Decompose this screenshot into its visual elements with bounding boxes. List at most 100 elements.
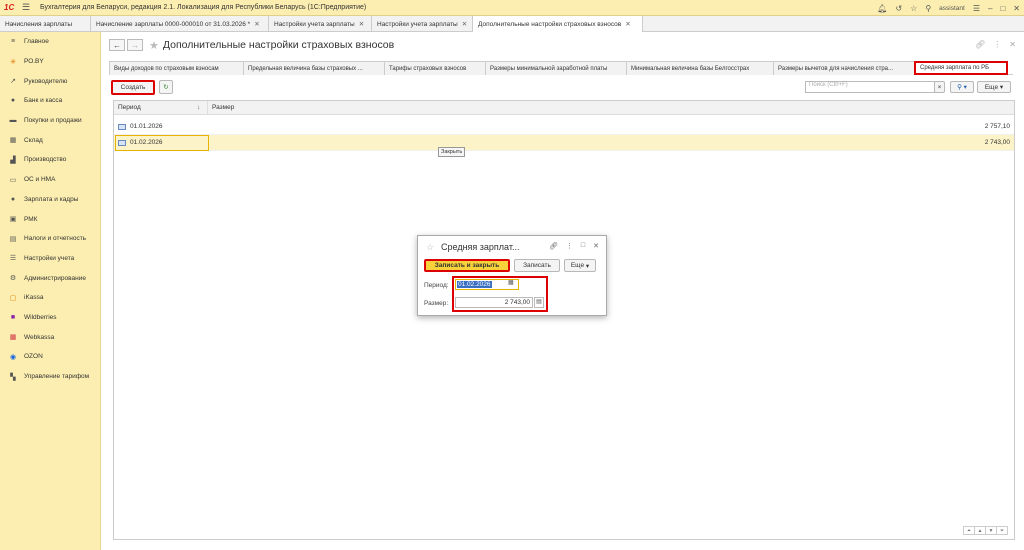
more-button[interactable]: Еще ▾ bbox=[977, 81, 1011, 93]
window-tab[interactable]: Настройки учета зарплаты ✕ bbox=[372, 16, 473, 32]
sidebar-item-sales[interactable]: ▬ Покупки и продажи bbox=[0, 111, 100, 131]
sort-arrow-icon: ↓ bbox=[197, 104, 201, 111]
page-title: Дополнительные настройки страховых взнос… bbox=[162, 39, 395, 51]
sidebar-item-taxes[interactable]: ▤ Налоги и отчетность bbox=[0, 229, 100, 249]
row-size: 2 757,10 bbox=[984, 123, 1010, 130]
dialog-title: Средняя зарплат... bbox=[441, 242, 520, 252]
menu-icon: ≡ bbox=[10, 38, 16, 46]
cart-icon: ▬ bbox=[9, 117, 17, 125]
search-clear-button[interactable]: × bbox=[934, 81, 945, 93]
link-icon[interactable]: 🔗︎ bbox=[549, 242, 558, 250]
window-tab[interactable]: Начисления зарплаты bbox=[0, 16, 91, 32]
maximize-icon[interactable]: □ bbox=[1000, 4, 1005, 13]
subtab-min-wage[interactable]: Размеры минимальной заработной платы bbox=[485, 61, 627, 75]
settings-list-icon: ☰ bbox=[9, 255, 17, 263]
sidebar-item-rmk[interactable]: ▣ РМК bbox=[0, 209, 100, 229]
window-tab-active[interactable]: Дополнительные настройки страховых взнос… bbox=[473, 16, 643, 32]
calendar-button[interactable]: ▦ bbox=[508, 279, 519, 290]
minimize-icon[interactable]: – bbox=[988, 4, 992, 13]
subtab-base-limit[interactable]: Предельная величина базы страховых ... bbox=[243, 61, 385, 75]
period-value: 01.02.2026 bbox=[457, 281, 492, 288]
close-icon[interactable]: ✕ bbox=[593, 242, 599, 250]
table-row[interactable]: 01.01.2026 2 757,10 bbox=[114, 119, 1014, 135]
close-tab-icon[interactable]: ✕ bbox=[359, 20, 364, 28]
bell-icon[interactable]: 🔔︎ bbox=[877, 4, 887, 13]
refresh-button[interactable]: ↻ bbox=[159, 80, 173, 94]
webkassa-icon: ▦ bbox=[9, 334, 17, 342]
period-label: Период: bbox=[424, 282, 449, 289]
table-row-selected[interactable]: 01.02.2026 2 743,00 bbox=[114, 135, 1014, 151]
record-icon bbox=[118, 124, 126, 130]
record-icon bbox=[118, 140, 126, 146]
more-button[interactable]: Еще ▾ bbox=[564, 259, 596, 272]
close-tab-icon[interactable]: ✕ bbox=[625, 20, 630, 28]
sidebar-item-admin[interactable]: ⚙ Администрирование bbox=[0, 268, 100, 288]
history-icon[interactable]: ↺ bbox=[895, 4, 902, 13]
sidebar-item-warehouse[interactable]: ▦ Склад bbox=[0, 130, 100, 150]
subtab-rates[interactable]: Тарифы страховых взносов bbox=[384, 61, 486, 75]
settings-menu-icon[interactable]: ☰ bbox=[973, 4, 980, 13]
search-input[interactable]: Поиск (Ctrl+F) bbox=[805, 81, 935, 93]
user-name[interactable]: assistant bbox=[939, 5, 965, 12]
sidebar-item-ikassa[interactable]: ▢ iKassa bbox=[0, 288, 100, 308]
favorite-star-icon[interactable]: ★ bbox=[149, 39, 159, 52]
average-salary-dialog: ☆ Средняя зарплат... 🔗︎ ⋮ □ ✕ Записать и… bbox=[417, 235, 607, 316]
back-button[interactable]: ← bbox=[109, 39, 125, 51]
more-actions-icon[interactable]: ⋮ bbox=[566, 242, 573, 250]
sidebar-item-manager[interactable]: ↗ Руководителю bbox=[0, 71, 100, 91]
column-header-size[interactable]: Размер bbox=[212, 104, 234, 111]
sidebar-item-production[interactable]: ▟ Производство bbox=[0, 150, 100, 170]
subtab-min-base-belgosstrakh[interactable]: Минимальная величина базы Белгосстрах bbox=[626, 61, 774, 75]
save-and-close-button[interactable]: Записать и закрыть bbox=[424, 259, 510, 272]
sidebar-item-wildberries[interactable]: ■ Wildberries bbox=[0, 308, 100, 328]
search-button[interactable]: ⚲ ▾ bbox=[950, 81, 974, 93]
app-titlebar: 1С ☰ Бухгалтерия для Беларуси, редакция … bbox=[0, 0, 1024, 16]
1c-logo-icon: 1С bbox=[4, 3, 15, 12]
last-page-icon[interactable]: ⏷ bbox=[996, 526, 1008, 535]
wildberries-icon: ■ bbox=[10, 313, 16, 321]
ikassa-icon: ▢ bbox=[9, 294, 17, 302]
list-toolbar: Создать ↻ Поиск (Ctrl+F) × ⚲ ▾ Еще ▾ bbox=[111, 80, 1014, 95]
close-page-icon[interactable]: ✕ bbox=[1009, 40, 1016, 49]
link-icon[interactable]: 🔗︎ bbox=[975, 40, 985, 49]
calculator-button[interactable]: ▤ bbox=[534, 297, 544, 308]
car-icon: ▭ bbox=[9, 176, 17, 184]
close-tab-icon[interactable]: ✕ bbox=[462, 20, 467, 28]
subtab-average-salary[interactable]: Средняя зарплата по РБ bbox=[914, 61, 1008, 75]
subtab-deductions[interactable]: Размеры вычетов для начисления стра... bbox=[773, 61, 915, 75]
favorite-star-icon[interactable]: ☆ bbox=[426, 242, 434, 253]
sidebar-item-webkassa[interactable]: ▦ Webkassa bbox=[0, 327, 100, 347]
window-tab[interactable]: Начисление зарплаты 0000-000010 от 31.03… bbox=[91, 16, 269, 32]
person-icon: ● bbox=[10, 195, 16, 203]
row-period: 01.02.2026 bbox=[130, 139, 163, 146]
sidebar-item-tariff[interactable]: ▚ Управление тарифом bbox=[0, 367, 100, 387]
row-period: 01.01.2026 bbox=[130, 123, 163, 130]
tariff-icon: ▚ bbox=[10, 373, 16, 381]
column-header-period[interactable]: Период bbox=[118, 104, 141, 111]
size-input[interactable]: 2 743,00 bbox=[455, 297, 533, 308]
sidebar-item-ro-by[interactable]: ✳ РО.BY bbox=[0, 52, 100, 72]
subtab-income-types[interactable]: Виды доходов по страховым взносам bbox=[109, 61, 244, 75]
main-menu-icon[interactable]: ☰ bbox=[22, 2, 32, 13]
sidebar-item-main[interactable]: ≡ Главное bbox=[0, 32, 100, 52]
close-window-icon[interactable]: ✕ bbox=[1013, 4, 1020, 13]
bank-icon: ● bbox=[10, 97, 16, 105]
more-actions-icon[interactable]: ⋮ bbox=[993, 40, 1001, 49]
factory-icon: ▟ bbox=[10, 156, 16, 164]
search-icon[interactable]: ⚲ bbox=[925, 4, 931, 13]
settings-subtabs: Виды доходов по страховым взносам Предел… bbox=[109, 61, 1013, 75]
sidebar-item-accounting-settings[interactable]: ☰ Настройки учета bbox=[0, 249, 100, 269]
sidebar-item-ozon[interactable]: ◉ OZON bbox=[0, 347, 100, 367]
sidebar-item-assets[interactable]: ▭ ОС и НМА bbox=[0, 170, 100, 190]
forward-button[interactable]: → bbox=[127, 39, 143, 51]
save-button[interactable]: Записать bbox=[514, 259, 560, 272]
maximize-icon[interactable]: □ bbox=[581, 242, 585, 250]
close-tab-icon[interactable]: ✕ bbox=[254, 20, 259, 28]
ozon-icon: ◉ bbox=[9, 353, 17, 361]
sidebar-item-salary[interactable]: ● Зарплата и кадры bbox=[0, 190, 100, 210]
window-tab[interactable]: Настройки учета зарплаты ✕ bbox=[269, 16, 372, 32]
warehouse-icon: ▦ bbox=[9, 137, 17, 145]
create-button[interactable]: Создать bbox=[111, 80, 155, 95]
sidebar-item-bank[interactable]: ● Банк и касса bbox=[0, 91, 100, 111]
favorites-star-icon[interactable]: ☆ bbox=[910, 4, 917, 13]
